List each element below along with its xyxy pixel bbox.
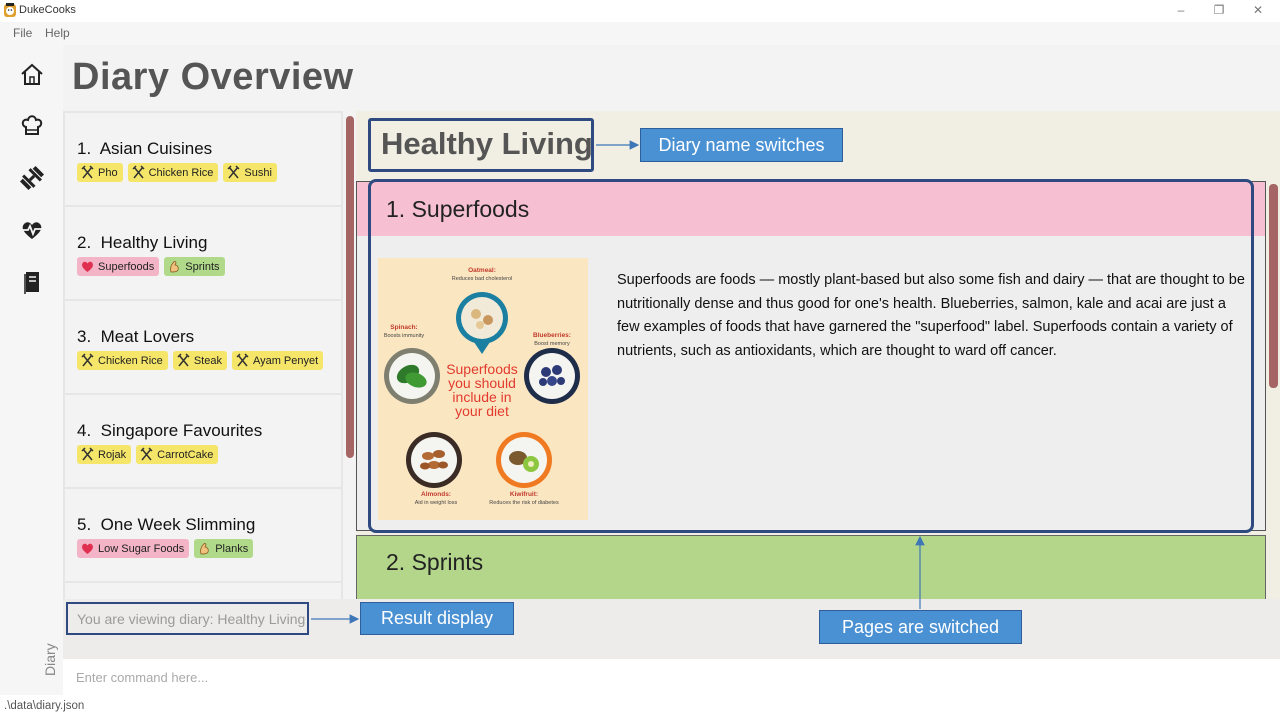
diary-card-title: 5. One Week Slimming [77, 515, 256, 534]
dumbbell-icon[interactable] [18, 164, 46, 192]
list-item[interactable]: 3. Meat Lovers Chicken Rice Steak Ayam P… [65, 301, 341, 393]
app-title: DukeCooks [19, 4, 76, 16]
list-item[interactable]: 5. One Week Slimming Low Sugar Foods Pla… [65, 489, 341, 581]
utensils-icon [227, 165, 240, 179]
maximize-button[interactable]: ❐ [1209, 2, 1229, 18]
diary-card-title: 4. Singapore Favourites [77, 421, 263, 440]
status-bar [0, 695, 1280, 720]
annotation-label-result: Result display [360, 602, 514, 635]
heart-icon [82, 261, 93, 272]
status-file-path: .\data\diary.json [4, 700, 85, 712]
menu-file[interactable]: File [13, 26, 32, 40]
list-item[interactable] [65, 583, 341, 599]
recipe-tag: Rojak [77, 445, 132, 464]
chef-hat-icon[interactable] [18, 111, 46, 139]
diary-card-title: 1. Asian Cuisines [77, 139, 213, 158]
exercise-tag: Sprints [164, 257, 225, 276]
diary-book-icon[interactable] [18, 268, 46, 296]
sidebar-active-label: Diary [42, 643, 58, 676]
utensils-icon [140, 447, 153, 461]
home-icon[interactable] [18, 60, 46, 88]
recipe-tag: Chicken Rice [77, 351, 168, 370]
recipe-tag: Ayam Penyet [231, 351, 324, 370]
menu-bar [0, 22, 1280, 45]
recipe-tag: Chicken Rice [127, 163, 219, 182]
tag-row: Chicken Rice Steak Ayam Penyet [77, 351, 324, 370]
minimize-button[interactable]: – [1171, 2, 1191, 18]
recipe-tag: Pho [77, 163, 123, 182]
diary-card-title: 3. Meat Lovers [77, 327, 195, 346]
diary-page-card [356, 535, 1266, 599]
command-input[interactable] [70, 665, 1070, 689]
diary-list[interactable]: 1. Asian Cuisines Pho Chicken Rice Sushi… [63, 111, 343, 599]
flexed-arm-icon [170, 261, 179, 273]
exercise-tag: Planks [194, 539, 254, 558]
utensils-icon [177, 353, 190, 367]
diary-panel-scrollbar[interactable] [1269, 184, 1278, 388]
tag-row: Rojak CarrotCake [77, 445, 219, 464]
recipe-tag: CarrotCake [136, 445, 219, 464]
utensils-icon [236, 353, 249, 367]
health-tag: Superfoods [77, 257, 160, 276]
diary-card-title: 2. Healthy Living [77, 233, 208, 252]
list-item[interactable]: 1. Asian Cuisines Pho Chicken Rice Sushi [65, 113, 341, 205]
page-title-sprints: 2. Sprints [386, 549, 484, 575]
list-item[interactable]: 2. Healthy Living Superfoods Sprints [65, 207, 341, 299]
result-display: You are viewing diary: Healthy Living [77, 611, 306, 627]
utensils-icon [81, 353, 94, 367]
utensils-icon [132, 165, 145, 179]
app-logo-icon [4, 3, 16, 17]
title-bar [0, 0, 1280, 22]
heartbeat-icon[interactable] [18, 216, 46, 244]
page-title: Diary Overview [72, 56, 354, 98]
list-item[interactable]: 4. Singapore Favourites Rojak CarrotCake [65, 395, 341, 487]
tag-row: Pho Chicken Rice Sushi [77, 163, 277, 182]
recipe-tag: Steak [172, 351, 227, 370]
annotation-label-diary-name: Diary name switches [640, 128, 843, 162]
menu-help[interactable]: Help [45, 26, 70, 40]
recipe-tag: Sushi [223, 163, 277, 182]
sidebar [0, 45, 63, 695]
flexed-arm-icon [200, 543, 209, 555]
utensils-icon [81, 447, 94, 461]
annotation-label-pages: Pages are switched [819, 610, 1022, 644]
tag-row: Low Sugar Foods Planks [77, 539, 254, 558]
heart-icon [82, 543, 93, 554]
close-button[interactable]: ✕ [1248, 2, 1268, 18]
health-tag: Low Sugar Foods [77, 539, 190, 558]
tag-row: Superfoods Sprints [77, 257, 225, 276]
utensils-icon [81, 165, 94, 179]
annotation-frame-page [368, 179, 1254, 533]
annotation-frame-diary-name [368, 118, 594, 172]
diary-list-scrollbar[interactable] [346, 116, 354, 458]
